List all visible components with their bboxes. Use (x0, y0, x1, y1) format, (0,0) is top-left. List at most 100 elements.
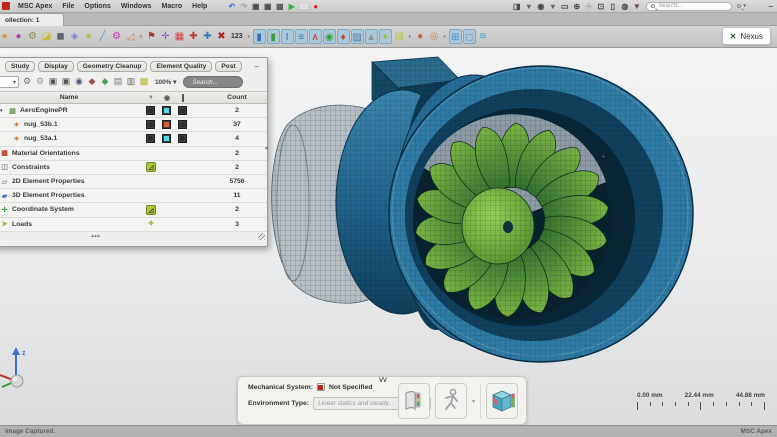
row-badge-icon[interactable]: ✜ (146, 219, 156, 229)
camera-view1-icon[interactable]: ▣ (47, 75, 59, 88)
visibility-swatch[interactable] (146, 134, 155, 143)
vertex-box-icon[interactable]: ◈ (68, 29, 81, 44)
show-red-icon[interactable]: ◆ (86, 75, 98, 88)
verify-tools-icon[interactable]: ⚙ (26, 29, 39, 44)
show-green-icon[interactable]: ◆ (99, 75, 111, 88)
row-badge-icon[interactable]: ◿ (146, 205, 156, 215)
menu-options[interactable]: Options (79, 3, 115, 10)
column-count[interactable]: Count (207, 94, 267, 101)
solid-box-icon[interactable]: ◼ (54, 29, 67, 44)
play-macro-icon[interactable]: ▶ (286, 1, 297, 12)
zoom-dropdown[interactable]: 100% ▾ (155, 78, 176, 86)
pan-icon[interactable]: ✛ (583, 1, 594, 12)
menu-msc-apex[interactable]: MSC Apex (13, 3, 57, 10)
point-probe-icon[interactable]: ● (82, 29, 95, 44)
numbering-label[interactable]: 123 (229, 33, 245, 40)
web-icon[interactable]: ◍ (619, 1, 630, 12)
line-probe-icon[interactable]: ╱ (96, 29, 109, 44)
triad-icon[interactable]: ∧ (309, 29, 322, 44)
gears-magenta-icon[interactable]: ⚙ (110, 29, 123, 44)
video-caret[interactable]: ▾ (523, 1, 534, 12)
tree-row-nug_53b.1[interactable]: ✶nug_53b.137 (0, 118, 267, 132)
undo-icon[interactable]: ↶ (226, 1, 237, 12)
minimize-icon[interactable]: – (769, 2, 773, 11)
study-results-button[interactable] (398, 383, 430, 419)
stop-macro-icon[interactable]: ▭ (298, 1, 309, 12)
beam-stack-icon[interactable]: ≡ (295, 29, 308, 44)
tree-row-Coordinate System[interactable]: ✛Coordinate System◿2 (0, 203, 267, 217)
sphere-gold-icon[interactable]: ● (0, 29, 11, 44)
video-capture-icon[interactable]: ◨ (511, 1, 522, 12)
menu-windows[interactable]: Windows (116, 3, 157, 10)
screenshot-icon[interactable]: ◉ (535, 1, 546, 12)
axis-tool-icon[interactable]: ✚ (187, 29, 200, 44)
tile-checker-icon[interactable]: ▦ (173, 29, 186, 44)
visibility-swatch[interactable] (178, 106, 187, 115)
sphere-redgreen-icon[interactable]: ● (414, 29, 427, 44)
checker-plane-icon[interactable]: ▧ (393, 29, 406, 44)
document-icon[interactable]: ▯ (607, 1, 618, 12)
fit-view-icon[interactable]: ⊡ (595, 1, 606, 12)
screenshot-caret[interactable]: ▾ (547, 1, 558, 12)
collection-tab[interactable]: ollection: 1 (0, 13, 64, 26)
swoosh-icon[interactable]: ≋ (477, 29, 490, 44)
redo-icon[interactable]: ↷ (238, 1, 249, 12)
record-macro-icon[interactable]: ● (310, 1, 321, 12)
column-name[interactable]: Name (0, 94, 143, 101)
tree-row-2D Element Properties[interactable]: ▱2D Element Properties5756 (0, 175, 267, 189)
visibility-swatch[interactable] (146, 120, 155, 129)
results-cube-button[interactable] (486, 383, 518, 419)
search-go-icon[interactable] (737, 4, 741, 8)
delete-mesh-icon[interactable]: ✖ (215, 29, 228, 44)
cone-probe-icon[interactable]: ▲ (365, 29, 378, 44)
layer-add-icon[interactable]: ▤ (112, 75, 124, 88)
resize-grip[interactable] (258, 233, 265, 240)
save-icon[interactable]: ▦ (274, 1, 285, 12)
zoom-capture-icon[interactable]: ⊕ (571, 1, 582, 12)
measure-icon[interactable]: ◿ (124, 29, 137, 44)
resize-handle[interactable]: ▴▴▴ (91, 232, 100, 239)
mesh-plate-icon[interactable]: ▨ (351, 29, 364, 44)
toolbar-separator-caret[interactable]: ▾ (138, 34, 144, 40)
panel-collapse-arrow-icon[interactable]: ◂ (264, 144, 268, 152)
flag-tool-icon[interactable]: ⚑ (145, 29, 158, 44)
panel-minimize-icon[interactable]: – (255, 62, 263, 71)
visibility-swatch[interactable] (162, 106, 171, 115)
filter-dropdown[interactable]: ▾ (0, 76, 19, 88)
row-badge-icon[interactable]: ◿ (146, 162, 156, 172)
spray-icon[interactable]: ✦ (379, 29, 392, 44)
filter-funnel-icon[interactable]: ▼ (143, 95, 159, 101)
tree-row-3D Element Properties[interactable]: ▰3D Element Properties11 (0, 189, 267, 203)
node-tool-icon[interactable]: ✛ (159, 29, 172, 44)
cube-outline-icon[interactable]: ◻ (463, 29, 476, 44)
visibility-swatch[interactable] (178, 134, 187, 143)
display-panel-icon[interactable]: ▥ (125, 75, 137, 88)
tab-study[interactable]: Study (5, 61, 35, 72)
search-caret-icon[interactable]: ▾ (743, 3, 746, 9)
tree-search-input[interactable]: Search... (183, 76, 243, 88)
menu-macro[interactable]: Macro (157, 3, 188, 10)
unlink-gear-icon[interactable]: ⚙ (34, 75, 46, 88)
toolbar-separator-caret[interactable]: ▾ (442, 34, 448, 40)
nexus-button[interactable]: ✕ Nexus (722, 27, 771, 45)
tree-row-Constraints[interactable]: ◫Constraints◿2 (0, 161, 267, 175)
grid-blue-icon[interactable]: ⊞ (449, 29, 462, 44)
run-options-caret-icon[interactable]: ▾ (472, 398, 475, 405)
target-icon[interactable]: ◎ (428, 29, 441, 44)
visibility-swatch[interactable] (146, 106, 155, 115)
color-column-icon[interactable] (175, 95, 191, 101)
axis-tool2-icon[interactable]: ✚ (201, 29, 214, 44)
link-gear-icon[interactable]: ⚙ (21, 75, 33, 88)
global-search-input[interactable]: Search... (646, 2, 732, 11)
toolbar-separator-caret[interactable]: ▾ (407, 34, 413, 40)
bolt-blue-icon[interactable]: ▮ (253, 29, 266, 44)
menu-help[interactable]: Help (187, 3, 212, 10)
menu-file[interactable]: File (57, 3, 79, 10)
paint-icon[interactable]: ▼ (631, 1, 642, 12)
expander-icon[interactable]: ▾ (0, 108, 5, 114)
tree-row-AeroEnginePR[interactable]: ▾▧AeroEnginePR2 (0, 104, 267, 118)
part-highlight-icon[interactable]: ▩ (138, 75, 150, 88)
open-model-icon[interactable]: ▣ (250, 1, 261, 12)
sphere-magenta-icon[interactable]: ● (12, 29, 25, 44)
visibility-swatch[interactable] (162, 134, 171, 143)
